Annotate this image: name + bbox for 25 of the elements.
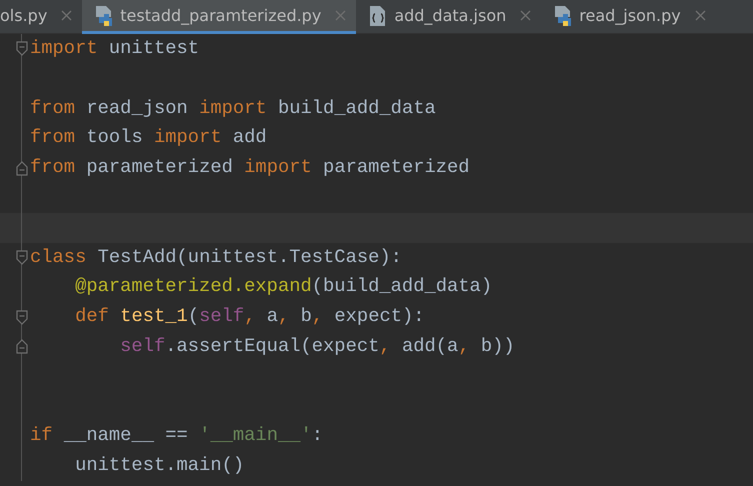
editor-tab[interactable]: testadd_paramterized.py: [82, 0, 356, 34]
editor-tab[interactable]: read_json.py: [541, 0, 716, 34]
close-icon[interactable]: [61, 10, 72, 21]
editor-tab[interactable]: ols.py: [0, 0, 82, 34]
fold-icon[interactable]: [16, 250, 28, 265]
code-line: def test_1(self, a, b, expect):: [74, 304, 425, 330]
code-line: import unittest: [30, 36, 200, 61]
code-line: self.assertEqual(expect, add(a, b)): [119, 334, 515, 359]
fold-icon[interactable]: [16, 160, 28, 176]
code-line: from parameterized import parameterized: [30, 155, 470, 180]
fold-icon[interactable]: [16, 310, 28, 325]
fold-icon[interactable]: [16, 41, 28, 56]
code-line: class TestAdd(unittest.TestCase):: [30, 244, 402, 270]
code-line: from read_json import build_add_data: [30, 96, 436, 121]
close-icon[interactable]: [520, 10, 532, 21]
python-file-icon: [553, 4, 574, 26]
close-icon[interactable]: [694, 10, 706, 21]
code-line: unittest.main(): [74, 453, 244, 478]
code-line: from tools import add: [30, 125, 267, 150]
code-line: @parameterized.expand(build_add_data): [74, 274, 492, 300]
code-line: if __name__ == '__main__':: [30, 423, 324, 448]
fold-icon[interactable]: [16, 339, 28, 354]
editor-tab[interactable]: add_data.json: [356, 0, 542, 34]
close-icon[interactable]: [335, 10, 346, 21]
python-file-icon: [94, 4, 114, 26]
